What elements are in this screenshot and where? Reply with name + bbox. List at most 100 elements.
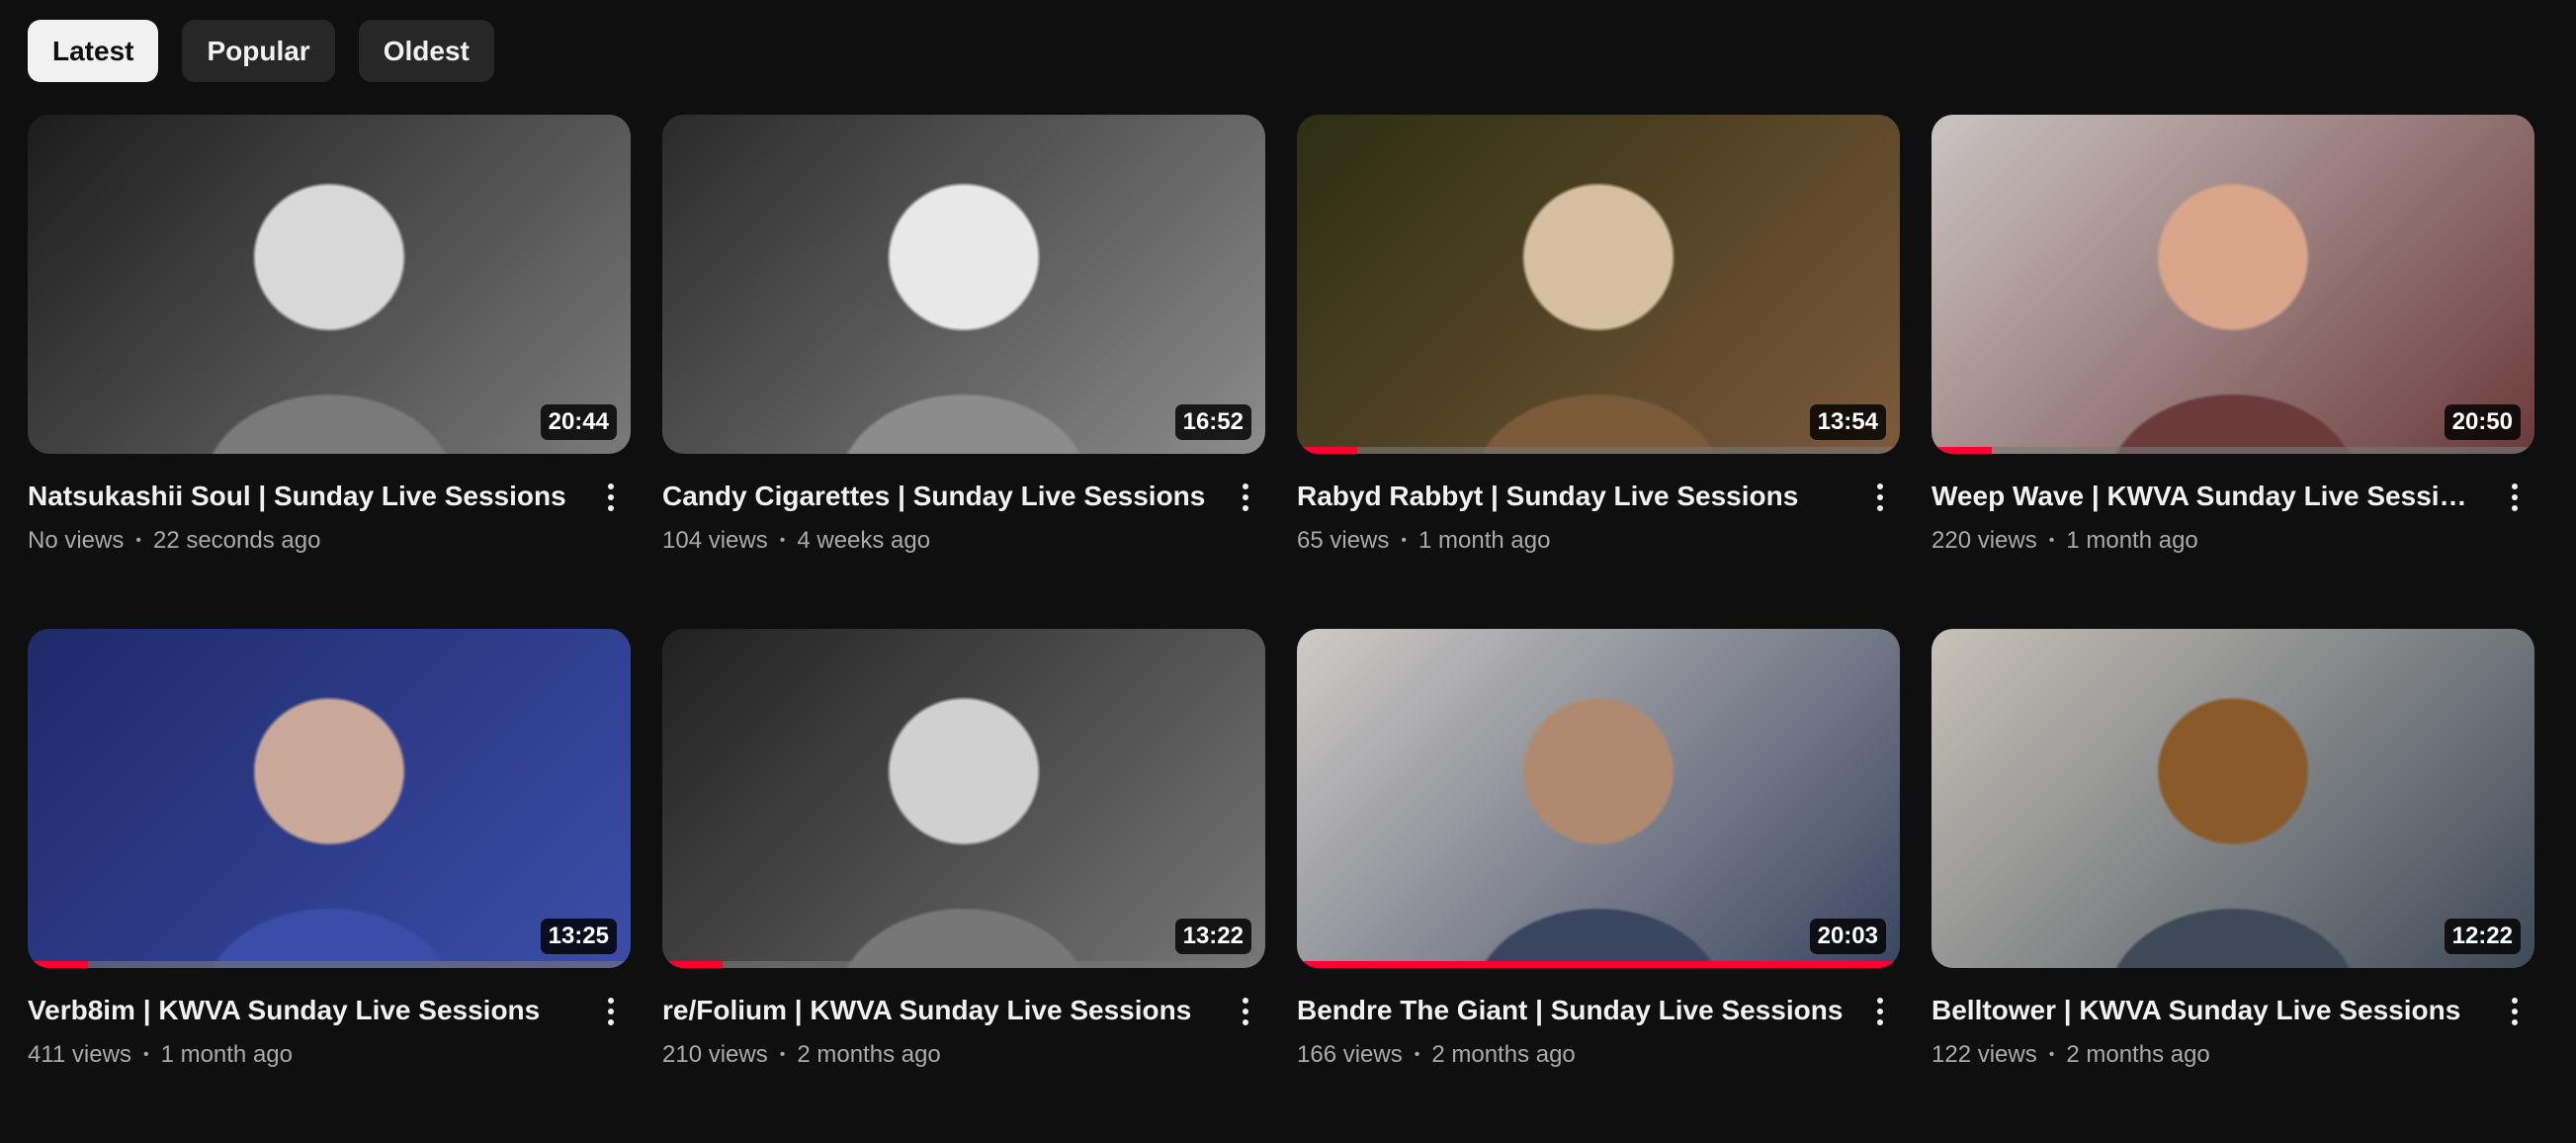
upload-age: 1 month ago: [2066, 527, 2198, 554]
duration-badge: 20:44: [540, 404, 617, 440]
video-stats: 104 views • 4 weeks ago: [662, 527, 1210, 555]
video-title[interactable]: Rabyd Rabbyt | Sunday Live Sessions: [1297, 480, 1845, 513]
view-count: 65 views: [1297, 527, 1390, 554]
watch-progress-fill: [1297, 961, 1900, 968]
video-stats: 65 views • 1 month ago: [1297, 527, 1845, 555]
duration-badge: 13:22: [1174, 919, 1251, 954]
watch-progress-bar: [1297, 961, 1900, 968]
video-stats: 122 views • 2 months ago: [1932, 1041, 2479, 1069]
separator-dot: •: [135, 532, 141, 549]
video-meta: Rabyd Rabbyt | Sunday Live Sessions 65 v…: [1297, 454, 1900, 555]
video-meta: Bendre The Giant | Sunday Live Sessions …: [1297, 968, 1900, 1069]
video-thumbnail[interactable]: 16:52: [662, 115, 1265, 454]
view-count: 411 views: [28, 1041, 131, 1068]
video-title[interactable]: Weep Wave | KWVA Sunday Live Sessions: [1932, 480, 2479, 513]
more-options-icon[interactable]: [591, 992, 631, 1031]
more-options-icon[interactable]: [1860, 478, 1900, 517]
thumbnail-image: [662, 629, 1265, 968]
watch-progress-bar: [1932, 447, 2534, 454]
duration-badge: 13:54: [1809, 404, 1886, 440]
separator-dot: •: [1414, 1046, 1420, 1063]
more-options-icon[interactable]: [1860, 992, 1900, 1031]
video-thumbnail[interactable]: 12:22: [1932, 629, 2534, 968]
video-card: 13:25 Verb8im | KWVA Sunday Live Session…: [28, 629, 631, 1143]
view-count: 210 views: [662, 1041, 768, 1068]
separator-dot: •: [1401, 532, 1407, 549]
thumbnail-image: [28, 629, 631, 968]
video-meta: Belltower | KWVA Sunday Live Sessions 12…: [1932, 968, 2534, 1069]
video-thumbnail[interactable]: 20:50: [1932, 115, 2534, 454]
view-count: 166 views: [1297, 1041, 1403, 1068]
video-title[interactable]: re/Folium | KWVA Sunday Live Sessions: [662, 994, 1210, 1027]
chip-oldest[interactable]: Oldest: [358, 20, 494, 82]
video-stats: 411 views • 1 month ago: [28, 1041, 575, 1069]
video-meta: Natsukashii Soul | Sunday Live Sessions …: [28, 454, 631, 555]
video-meta: re/Folium | KWVA Sunday Live Sessions 21…: [662, 968, 1265, 1069]
video-stats: 220 views • 1 month ago: [1932, 527, 2479, 555]
separator-dot: •: [142, 1046, 149, 1063]
thumbnail-image: [662, 115, 1265, 454]
thumbnail-image: [1932, 115, 2534, 454]
view-count: 104 views: [662, 527, 768, 554]
duration-badge: 20:50: [2444, 404, 2521, 440]
watch-progress-fill: [28, 961, 88, 968]
watch-progress-bar: [28, 961, 631, 968]
watch-progress-bar: [662, 961, 1265, 968]
video-grid: 20:44 Natsukashii Soul | Sunday Live Ses…: [28, 115, 2534, 1143]
duration-badge: 13:25: [540, 919, 617, 954]
video-thumbnail[interactable]: 13:54: [1297, 115, 1900, 454]
video-title[interactable]: Natsukashii Soul | Sunday Live Sessions: [28, 480, 575, 513]
video-card: 12:22 Belltower | KWVA Sunday Live Sessi…: [1932, 629, 2534, 1143]
video-thumbnail[interactable]: 13:25: [28, 629, 631, 968]
thumbnail-image: [1297, 629, 1900, 968]
view-count: 122 views: [1932, 1041, 2037, 1068]
more-options-icon[interactable]: [2495, 992, 2534, 1031]
video-title[interactable]: Candy Cigarettes | Sunday Live Sessions: [662, 480, 1210, 513]
separator-dot: •: [779, 532, 786, 549]
video-title[interactable]: Belltower | KWVA Sunday Live Sessions: [1932, 994, 2479, 1027]
more-options-icon[interactable]: [591, 478, 631, 517]
more-options-icon[interactable]: [1226, 992, 1265, 1031]
video-thumbnail[interactable]: 20:44: [28, 115, 631, 454]
duration-badge: 16:52: [1174, 404, 1251, 440]
video-stats: No views • 22 seconds ago: [28, 527, 575, 555]
thumbnail-image: [1932, 629, 2534, 968]
video-card: 13:22 re/Folium | KWVA Sunday Live Sessi…: [662, 629, 1265, 1143]
duration-badge: 12:22: [2444, 919, 2521, 954]
view-count: 220 views: [1932, 527, 2037, 554]
video-meta: Verb8im | KWVA Sunday Live Sessions 411 …: [28, 968, 631, 1069]
upload-age: 22 seconds ago: [152, 527, 321, 554]
upload-age: 2 months ago: [797, 1041, 941, 1068]
thumbnail-image: [28, 115, 631, 454]
watch-progress-bar: [1297, 447, 1900, 454]
separator-dot: •: [779, 1046, 786, 1063]
video-card: 13:54 Rabyd Rabbyt | Sunday Live Session…: [1297, 115, 1900, 629]
duration-badge: 20:03: [1809, 919, 1886, 954]
video-card: 16:52 Candy Cigarettes | Sunday Live Ses…: [662, 115, 1265, 629]
separator-dot: •: [2048, 1046, 2055, 1063]
upload-age: 1 month ago: [1417, 527, 1551, 554]
video-thumbnail[interactable]: 20:03: [1297, 629, 1900, 968]
watch-progress-fill: [1932, 447, 1992, 454]
more-options-icon[interactable]: [2495, 478, 2534, 517]
video-title[interactable]: Verb8im | KWVA Sunday Live Sessions: [28, 994, 575, 1027]
chip-latest[interactable]: Latest: [28, 20, 159, 82]
video-meta: Weep Wave | KWVA Sunday Live Sessions 22…: [1932, 454, 2534, 555]
thumbnail-image: [1297, 115, 1900, 454]
watch-progress-fill: [662, 961, 723, 968]
video-card: 20:50 Weep Wave | KWVA Sunday Live Sessi…: [1932, 115, 2534, 629]
view-count: No views: [28, 527, 125, 554]
upload-age: 4 weeks ago: [797, 527, 931, 554]
video-stats: 166 views • 2 months ago: [1297, 1041, 1845, 1069]
upload-age: 1 month ago: [160, 1041, 293, 1068]
watch-progress-fill: [1297, 447, 1357, 454]
video-stats: 210 views • 2 months ago: [662, 1041, 1210, 1069]
filter-chips: Latest Popular Oldest: [28, 20, 494, 82]
video-meta: Candy Cigarettes | Sunday Live Sessions …: [662, 454, 1265, 555]
video-title[interactable]: Bendre The Giant | Sunday Live Sessions: [1297, 994, 1845, 1027]
more-options-icon[interactable]: [1226, 478, 1265, 517]
video-thumbnail[interactable]: 13:22: [662, 629, 1265, 968]
upload-age: 2 months ago: [2066, 1041, 2210, 1068]
chip-popular[interactable]: Popular: [182, 20, 335, 82]
upload-age: 2 months ago: [1431, 1041, 1576, 1068]
